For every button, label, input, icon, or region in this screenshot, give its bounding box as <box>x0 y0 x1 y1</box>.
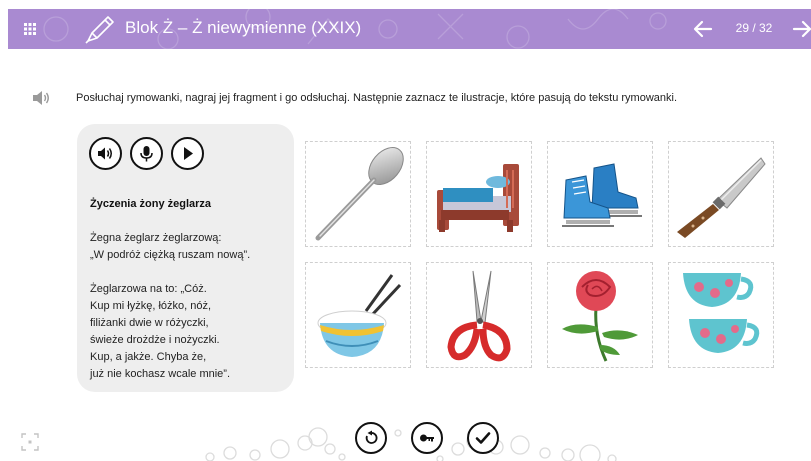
knife-image <box>677 157 766 238</box>
image-card-rice-bowl[interactable] <box>305 262 411 368</box>
poem-line: filiżanki dwie w różyczki, <box>90 317 209 329</box>
top-bar: Blok Ż – Ż niewymienne (XXIX) 29 / 32 <box>8 9 811 49</box>
image-card-teacups[interactable] <box>668 262 774 368</box>
speaker-icon[interactable] <box>32 90 50 106</box>
poem-line: Żegna żeglarz żeglarzową: <box>90 232 222 244</box>
key-icon <box>420 434 434 442</box>
poem-line: Żeglarzowa na to: „Cóż. <box>90 283 207 295</box>
image-card-ice-skates[interactable] <box>547 141 653 247</box>
bed-image <box>437 164 519 232</box>
listen-button[interactable] <box>89 137 122 170</box>
poem-line: „W podróż ciężką ruszam nową”. <box>90 249 251 261</box>
fullscreen-icon[interactable] <box>21 433 39 451</box>
record-button[interactable] <box>130 137 163 170</box>
show-answer-button[interactable] <box>411 422 443 454</box>
instruction-text: Posłuchaj rymowanki, nagraj jej fragment… <box>76 92 678 104</box>
poem-line: Kup mi łyżkę, łóżko, nóż, <box>90 300 212 312</box>
scissors-image <box>447 270 511 362</box>
arrow-right-icon[interactable] <box>791 18 811 40</box>
grid-icon[interactable] <box>24 23 36 35</box>
arrow-left-icon[interactable] <box>692 18 714 40</box>
poem-line: już nie kochasz wcale mnie”. <box>90 368 231 380</box>
poem-line: Kup, a jakże. Chyba że, <box>90 351 207 363</box>
poem-line: świeże drożdże i nożyczki. <box>90 334 220 346</box>
ice-skates-image <box>562 163 642 227</box>
image-card-bed[interactable] <box>426 141 532 247</box>
rose-image <box>562 271 638 362</box>
image-card-spoon[interactable] <box>305 141 411 247</box>
page-counter: 29 / 32 <box>735 21 773 35</box>
microphone-icon <box>140 146 153 162</box>
page-title: Blok Ż – Ż niewymienne (XXIX) <box>125 18 362 37</box>
poem-title: Życzenia żony żeglarza <box>90 198 212 210</box>
teacups-image <box>683 273 760 353</box>
image-card-knife[interactable] <box>668 141 774 247</box>
retry-button[interactable] <box>355 422 387 454</box>
retry-icon <box>365 430 378 444</box>
pen-icon <box>85 16 114 44</box>
play-button[interactable] <box>171 137 204 170</box>
check-icon <box>475 432 491 444</box>
speaker-icon <box>98 147 112 160</box>
spoon-image <box>315 147 404 241</box>
check-button[interactable] <box>467 422 499 454</box>
image-card-rose[interactable] <box>547 262 653 368</box>
rice-bowl-image <box>317 274 402 357</box>
play-icon <box>184 147 193 160</box>
image-card-scissors[interactable] <box>426 262 532 368</box>
